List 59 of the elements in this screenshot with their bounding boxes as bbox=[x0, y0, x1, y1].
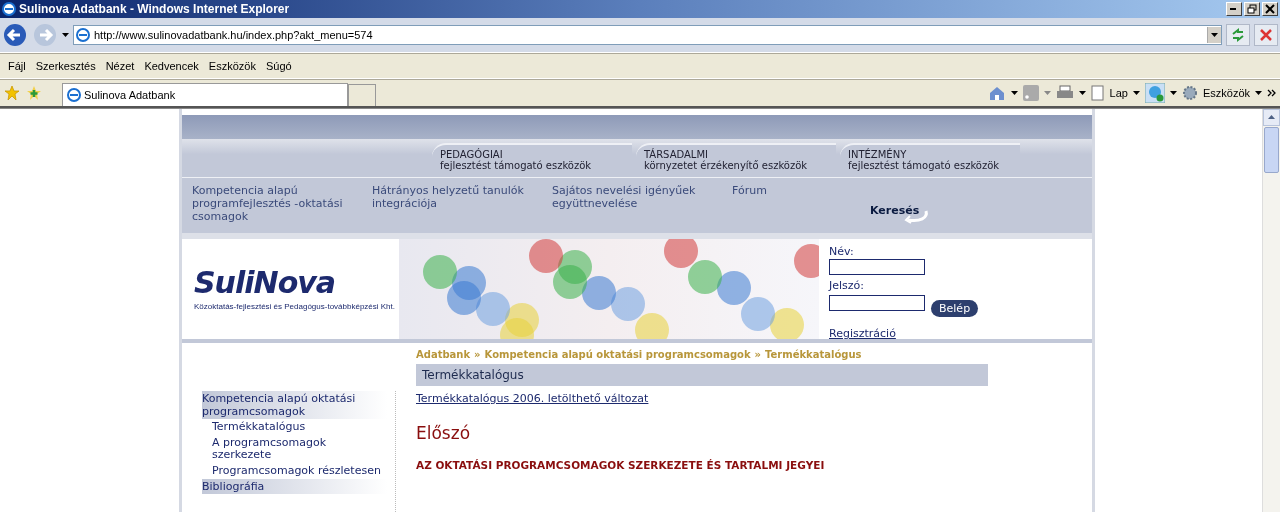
close-button[interactable] bbox=[1262, 2, 1278, 16]
nav-link[interactable]: Sajátos nevelési igényűek együttnevelése bbox=[552, 184, 732, 233]
name-input[interactable] bbox=[829, 259, 925, 275]
address-bar[interactable]: http://www.sulinovadatbank.hu/index.php?akt_menu=574 bbox=[73, 25, 1222, 45]
minimize-button[interactable] bbox=[1226, 2, 1242, 16]
page-menu[interactable]: Lap bbox=[1109, 87, 1128, 99]
dropdown-button[interactable] bbox=[1207, 27, 1221, 43]
password-label: Jelszó: bbox=[829, 279, 864, 292]
breadcrumb-separator: » bbox=[474, 349, 481, 360]
browser-tab[interactable]: Sulinova Adatbank bbox=[62, 83, 348, 106]
name-label: Név: bbox=[829, 245, 854, 258]
chevron-icon[interactable] bbox=[1267, 89, 1276, 97]
window-title: Sulinova Adatbank - Windows Internet Explorer bbox=[19, 2, 291, 16]
heading: Előszó bbox=[416, 423, 471, 443]
logo: SuliNova Közoktatás-fejlesztési és Pedagógus-továbbképzési Kht. bbox=[193, 264, 396, 313]
back-button[interactable] bbox=[2, 22, 28, 48]
caret-icon[interactable] bbox=[1132, 91, 1140, 95]
scrollbar[interactable] bbox=[1262, 109, 1280, 512]
gear-icon[interactable] bbox=[1181, 85, 1198, 101]
caret-icon[interactable] bbox=[1078, 91, 1086, 95]
minimize-icon bbox=[1230, 7, 1238, 11]
register-link[interactable]: Regisztráció bbox=[829, 327, 896, 340]
star-icon[interactable] bbox=[4, 85, 20, 101]
url-text: http://www.sulinovadatbank.hu/index.php?akt_menu=574 bbox=[94, 29, 374, 41]
menu-item[interactable]: Szerkesztés bbox=[31, 60, 102, 72]
nav-link[interactable]: Fórum bbox=[732, 184, 852, 233]
caret-icon[interactable] bbox=[62, 33, 69, 37]
login-button[interactable]: Belép bbox=[931, 300, 979, 317]
menu-item[interactable]: Súgó bbox=[261, 60, 298, 72]
sidebar-item[interactable]: Termékkatalógus bbox=[202, 419, 387, 435]
nav-link[interactable]: Hátrányos helyzetű tanulók integrációja bbox=[372, 184, 552, 233]
sidebar-item[interactable]: Programcsomagok részletesen bbox=[202, 463, 387, 479]
menu-item[interactable]: Eszközök bbox=[204, 60, 262, 72]
refresh-icon bbox=[1230, 27, 1246, 43]
search-link[interactable]: Keresés bbox=[870, 204, 920, 233]
restore-icon bbox=[1247, 4, 1257, 14]
caret-icon bbox=[1211, 33, 1218, 37]
caret-icon[interactable] bbox=[1169, 91, 1177, 95]
menu-item[interactable]: Kedvencek bbox=[140, 60, 205, 72]
stop-button[interactable] bbox=[1254, 24, 1278, 46]
menu-item[interactable]: Fájl bbox=[4, 60, 32, 72]
tools-menu[interactable]: Eszközök bbox=[1202, 87, 1250, 99]
nav-link[interactable]: Kompetencia alapú programfejlesztés -oktatási csomagok bbox=[192, 184, 372, 233]
menu-item[interactable]: Nézet bbox=[101, 60, 141, 72]
breadcrumb-separator: » bbox=[754, 349, 762, 360]
restore-button[interactable] bbox=[1244, 2, 1260, 16]
scroll-up-icon[interactable] bbox=[1263, 109, 1280, 126]
password-input[interactable] bbox=[829, 295, 925, 311]
sidebar-item[interactable]: A programcsomagok szerkezete bbox=[202, 435, 387, 463]
close-icon bbox=[1259, 28, 1273, 42]
refresh-button[interactable] bbox=[1226, 24, 1250, 46]
caret-icon[interactable] bbox=[1010, 91, 1018, 95]
section-title: Termékkatalógus bbox=[416, 364, 988, 386]
caret-icon[interactable] bbox=[1255, 91, 1262, 95]
download-link[interactable]: Termékkatalógus 2006. letölthető változat bbox=[416, 392, 649, 405]
add-favorite-icon[interactable] bbox=[26, 85, 42, 101]
scroll-thumb[interactable] bbox=[1264, 127, 1279, 173]
subheading: AZ OKTATÁSI PROGRAMCSOMAGOK SZERKEZETE ÉS TARTALMI JEGYEI bbox=[416, 459, 825, 471]
close-icon bbox=[1265, 4, 1275, 14]
